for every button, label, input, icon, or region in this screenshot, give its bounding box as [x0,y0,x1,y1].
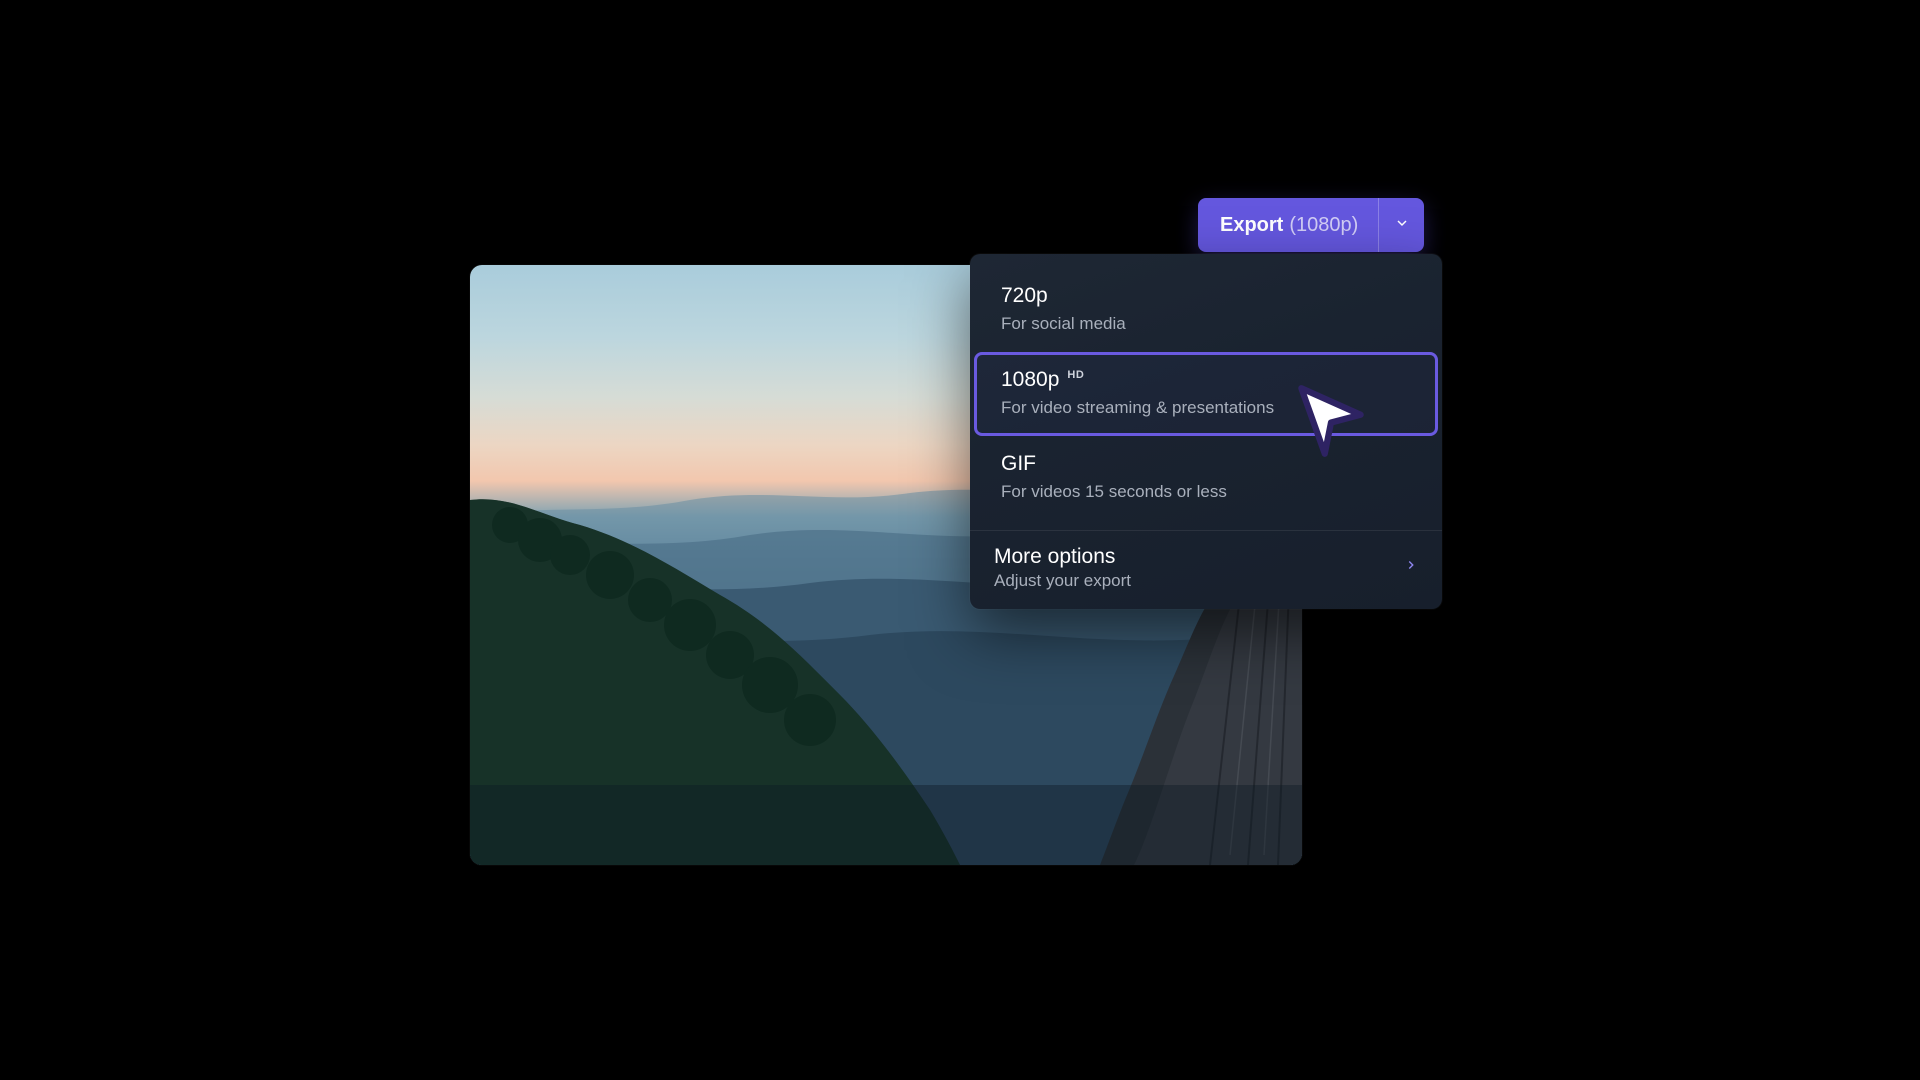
chevron-right-icon [1404,558,1418,577]
option-title: 1080p [1001,366,1059,394]
export-button[interactable]: Export (1080p) [1198,198,1378,252]
chevron-down-icon [1394,215,1410,236]
more-options-title: More options [994,545,1131,569]
more-options-subtitle: Adjust your export [994,571,1131,591]
option-title: 720p [1001,282,1048,310]
option-subtitle: For videos 15 seconds or less [1001,480,1411,505]
option-subtitle: For video streaming & presentations [1001,396,1411,421]
export-split-button: Export (1080p) [1198,198,1424,252]
export-options-dropdown: 720p For social media 1080p HD For video… [970,254,1442,609]
option-title: GIF [1001,450,1036,478]
export-more-options[interactable]: More options Adjust your export [970,531,1442,609]
export-dropdown-toggle[interactable] [1378,198,1424,252]
hd-badge: HD [1067,368,1084,383]
export-option-1080p[interactable]: 1080p HD For video streaming & presentat… [974,352,1438,436]
export-label: Export [1220,214,1283,237]
export-resolution: (1080p) [1289,214,1358,237]
option-subtitle: For social media [1001,312,1411,337]
export-option-720p[interactable]: 720p For social media [974,268,1438,352]
export-option-gif[interactable]: GIF For videos 15 seconds or less [974,436,1438,520]
